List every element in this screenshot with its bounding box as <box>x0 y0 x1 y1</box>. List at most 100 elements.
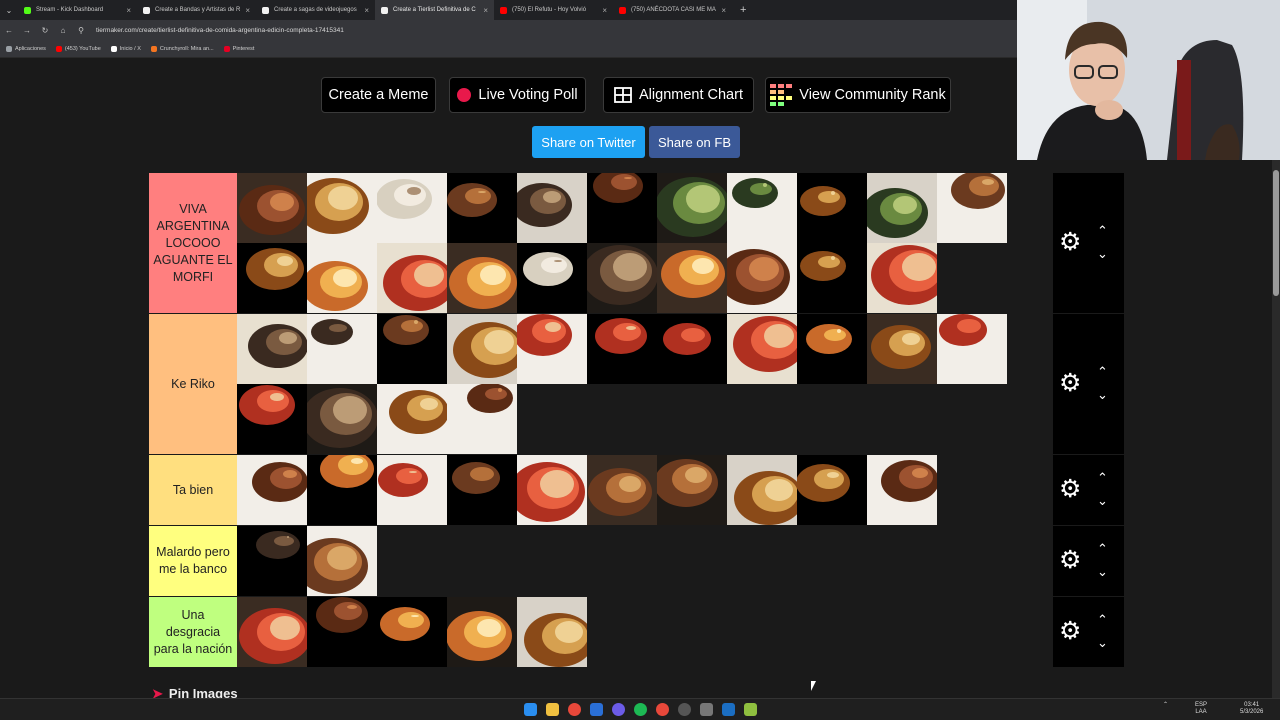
forward-icon[interactable]: → <box>18 26 36 35</box>
reload-icon[interactable]: ↻ <box>36 26 54 35</box>
food-item-bunuelos[interactable] <box>237 384 307 454</box>
food-item-ensalada-rusa[interactable] <box>517 455 587 525</box>
food-item-guiso[interactable] <box>657 173 727 243</box>
tab-close-icon[interactable]: × <box>364 6 369 15</box>
food-item-picada[interactable] <box>307 314 377 384</box>
move-down-icon[interactable]: ⌄ <box>1097 636 1108 649</box>
tab-close-icon[interactable]: × <box>721 6 726 15</box>
food-item-sandwich-triple[interactable] <box>587 455 657 525</box>
obs-icon[interactable] <box>678 703 691 716</box>
food-item-dulce-de-leche[interactable] <box>657 243 727 313</box>
steam-2-icon[interactable] <box>722 703 735 716</box>
food-item-asado[interactable] <box>237 173 307 243</box>
tab-close-icon[interactable]: × <box>126 6 131 15</box>
food-item-pastel-de-papa[interactable] <box>867 455 937 525</box>
browser-tab[interactable]: (750) El Refutu - Hoy Volvió × <box>494 0 613 20</box>
bookmark-item[interactable]: Inicio / X <box>110 46 141 52</box>
tab-close-icon[interactable]: × <box>602 6 607 15</box>
browser-tab[interactable]: Create a sagas de videojuegos × <box>256 0 375 20</box>
tier-label[interactable]: Malardo pero me la banco <box>149 526 237 596</box>
spotify-icon[interactable] <box>634 703 647 716</box>
food-item-matambre[interactable] <box>447 314 517 384</box>
food-item-churros[interactable] <box>307 384 377 454</box>
food-item-chipa[interactable] <box>377 243 447 313</box>
food-item-pascualina[interactable] <box>377 455 447 525</box>
gear-icon[interactable]: ⚙ <box>1059 230 1081 255</box>
food-item-panqueque[interactable] <box>517 314 587 384</box>
food-item-pastafrola[interactable] <box>867 314 937 384</box>
move-up-icon[interactable]: ⌃ <box>1097 613 1108 626</box>
food-item-guiso-de-lentejas[interactable] <box>237 526 307 596</box>
tray-chevron-icon[interactable]: ⌃ <box>1163 702 1168 709</box>
file-explorer-icon[interactable] <box>546 703 559 716</box>
food-item-bolas-de-fraile[interactable] <box>937 314 1007 384</box>
food-item-medialunas[interactable] <box>447 243 517 313</box>
discord-icon[interactable] <box>612 703 625 716</box>
tier-label[interactable]: Ta bien <box>149 455 237 525</box>
food-item-alfajor-maicena[interactable] <box>587 243 657 313</box>
tier-items-dropzone[interactable] <box>237 597 1053 667</box>
steam-icon[interactable] <box>590 703 603 716</box>
food-item-vitel-tone[interactable] <box>867 173 937 243</box>
share-fb-button[interactable]: Share on FB <box>649 126 740 158</box>
food-item-cerveza-jarro[interactable] <box>797 243 867 313</box>
tier-label[interactable]: Ke Riko <box>149 314 237 454</box>
pin-images-label[interactable]: ➤ Pin Images <box>152 686 238 698</box>
move-down-icon[interactable]: ⌄ <box>1097 247 1108 260</box>
food-item-brownie[interactable] <box>727 243 797 313</box>
food-item-alfajor-chocolate[interactable] <box>517 243 587 313</box>
food-item-empanadas-fritas[interactable] <box>517 173 587 243</box>
live-voting-poll-button[interactable]: Live Voting Poll <box>449 77 586 113</box>
tab-close-icon[interactable]: × <box>483 6 488 15</box>
food-item-bizcochitos[interactable] <box>797 314 867 384</box>
food-item-locro-bowl[interactable] <box>587 173 657 243</box>
tab-search-icon[interactable]: ⌄ <box>0 6 18 15</box>
food-item-pan-de-queso[interactable] <box>237 243 307 313</box>
move-down-icon[interactable]: ⌄ <box>1097 565 1108 578</box>
food-item-flan[interactable] <box>447 597 517 667</box>
food-item-facturas[interactable] <box>307 243 377 313</box>
tier-items-dropzone[interactable] <box>237 455 1053 525</box>
food-item-fideos[interactable] <box>447 455 517 525</box>
tier-label[interactable]: VIVA ARGENTINA LOCOOO AGUANTE EL MORFI <box>149 173 237 313</box>
start-icon[interactable] <box>524 703 537 716</box>
clock[interactable]: 03:41 5/3/2026 <box>1240 702 1263 716</box>
back-icon[interactable]: ← <box>0 26 18 35</box>
chrome-active-icon[interactable] <box>656 703 669 716</box>
app-icon[interactable] <box>744 703 757 716</box>
url-field[interactable]: tiermaker.com/create/tierlist-definitiva… <box>96 27 344 34</box>
gear-icon[interactable]: ⚙ <box>1059 477 1081 502</box>
alignment-chart-button[interactable]: Alignment Chart <box>603 77 754 113</box>
food-item-bombon[interactable] <box>377 384 447 454</box>
food-item-matambre-arrollado[interactable] <box>237 455 307 525</box>
food-item-arrollado-primavera[interactable] <box>307 597 377 667</box>
bookmark-item[interactable]: (453) YouTube <box>55 46 101 52</box>
tab-close-icon[interactable]: × <box>245 6 250 15</box>
browser-tab[interactable]: Stream - Kick Dashboard × <box>18 0 137 20</box>
food-item-postre-en-vaso[interactable] <box>727 455 797 525</box>
food-item-trufas[interactable] <box>797 455 867 525</box>
bookmark-item[interactable]: Crunchyroll: Mira an... <box>150 46 214 52</box>
food-item-arroz-con-leche[interactable] <box>377 597 447 667</box>
gear-icon[interactable]: ⚙ <box>1059 371 1081 396</box>
food-item-arroz-con-leche-crema[interactable] <box>307 526 377 596</box>
food-item-huevos-rellenos[interactable] <box>307 455 377 525</box>
browser-tab[interactable]: Create a Bandas y Artistas de R × <box>137 0 256 20</box>
chrome-icon[interactable] <box>568 703 581 716</box>
site-info-icon[interactable]: ⚲ <box>72 26 90 35</box>
food-item-fugazza[interactable] <box>377 314 447 384</box>
food-item-locro[interactable] <box>237 597 307 667</box>
move-down-icon[interactable]: ⌄ <box>1097 388 1108 401</box>
share-twitter-button[interactable]: Share on Twitter <box>532 126 645 158</box>
tier-items-dropzone[interactable] <box>237 526 1053 596</box>
gear-icon[interactable]: ⚙ <box>1059 619 1081 644</box>
food-item-fugazzeta[interactable] <box>797 173 867 243</box>
tier-items-dropzone[interactable] <box>237 173 1053 313</box>
food-item-puchero[interactable] <box>447 173 517 243</box>
tier-label[interactable]: Una desgracia para la nación <box>149 597 237 667</box>
settings-icon[interactable] <box>700 703 713 716</box>
bookmark-item[interactable]: Pinterest <box>223 46 254 52</box>
view-community-rank-button[interactable]: View Community Rank <box>765 77 951 113</box>
food-item-asado-vertical[interactable] <box>307 173 377 243</box>
move-up-icon[interactable]: ⌃ <box>1097 224 1108 237</box>
